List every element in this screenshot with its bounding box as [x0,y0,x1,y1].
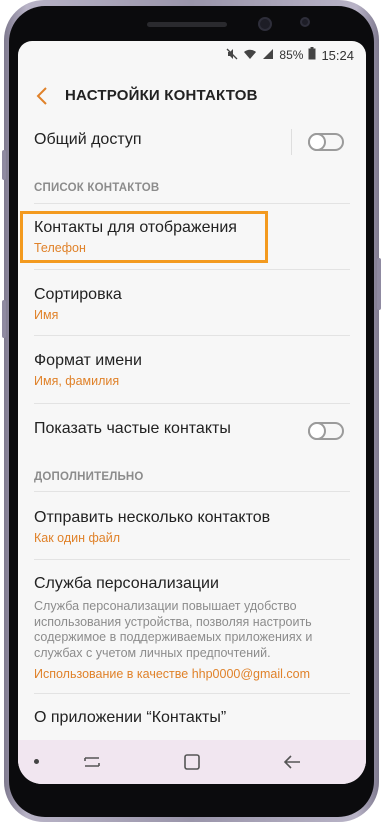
name-format-value: Имя, фамилия [34,374,120,388]
section-divider [34,491,350,492]
toggle-separator [291,129,292,155]
row-divider [34,335,350,336]
back-icon [283,755,300,769]
volume-up-button [2,150,6,180]
send-multiple-label: Отправить несколько контактов [34,509,271,526]
settings-list: Общий доступ СПИСОК КОНТАКТОВ Контакты д… [18,119,366,739]
frequent-contacts-toggle[interactable] [308,422,344,440]
about-row[interactable]: О приложении “Контакты” [18,695,366,739]
back-button[interactable] [32,85,54,107]
recents-button[interactable] [81,752,103,772]
app-bar: НАСТРОЙКИ КОНТАКТОВ [18,75,366,119]
shared-access-row[interactable]: Общий доступ [18,119,366,167]
highlight-frame [20,211,268,263]
sensor-icon [300,17,310,27]
earpiece-speaker [147,22,227,27]
battery-icon [308,47,316,63]
mute-icon [226,48,238,63]
home-button[interactable] [181,752,203,772]
personalization-account: Использование в качестве hhp0000@gmail.c… [34,667,311,681]
sorting-value: Имя [34,308,59,322]
shared-access-label: Общий доступ [34,131,142,148]
recents-icon [84,757,100,767]
contact-list-section-header: СПИСОК КОНТАКТОВ [34,182,160,194]
signal-icon [262,48,274,63]
toggle-knob [308,133,326,151]
about-label: О приложении “Контакты” [34,709,227,726]
row-divider [34,693,350,694]
sorting-row[interactable]: Сортировка Имя [18,271,366,335]
row-divider [34,269,350,270]
front-camera-icon [258,17,272,31]
section-divider [34,203,350,204]
frequent-contacts-row[interactable]: Показать частые контакты [18,405,366,453]
power-button [377,258,381,310]
page-title: НАСТРОЙКИ КОНТАКТОВ [65,87,258,104]
sorting-label: Сортировка [34,286,122,303]
status-icons: 85% 15:24 [226,47,354,63]
personalization-label: Служба персонализации [34,575,219,592]
clock: 15:24 [321,47,354,63]
screen: 85% 15:24 НАСТРОЙКИ КОНТАКТОВ Общий дост… [18,41,366,784]
status-bar: 85% 15:24 [18,41,366,67]
toggle-knob [308,422,326,440]
name-format-row[interactable]: Формат имени Имя, фамилия [18,337,366,401]
navigation-bar [18,740,366,784]
row-divider [34,403,350,404]
send-multiple-value: Как один файл [34,531,121,545]
personalization-row[interactable]: Служба персонализации Служба персонализа… [18,561,366,689]
bixby-button [2,300,6,338]
wifi-icon [243,48,257,63]
shared-access-toggle[interactable] [308,133,344,151]
phone: 85% 15:24 НАСТРОЙКИ КОНТАКТОВ Общий дост… [0,0,383,825]
nav-dot-icon [34,759,39,764]
additional-section-header: ДОПОЛНИТЕЛЬНО [34,471,144,483]
row-divider [34,559,350,560]
send-multiple-row[interactable]: Отправить несколько контактов Как один ф… [18,495,366,557]
name-format-label: Формат имени [34,352,142,369]
battery-percent: 85% [279,48,304,62]
personalization-description: Служба персонализации повышает удобство … [34,599,313,660]
chevron-left-icon [36,87,47,105]
home-icon [184,754,200,770]
frequent-contacts-label: Показать частые контакты [34,420,231,437]
back-nav-button[interactable] [281,752,303,772]
